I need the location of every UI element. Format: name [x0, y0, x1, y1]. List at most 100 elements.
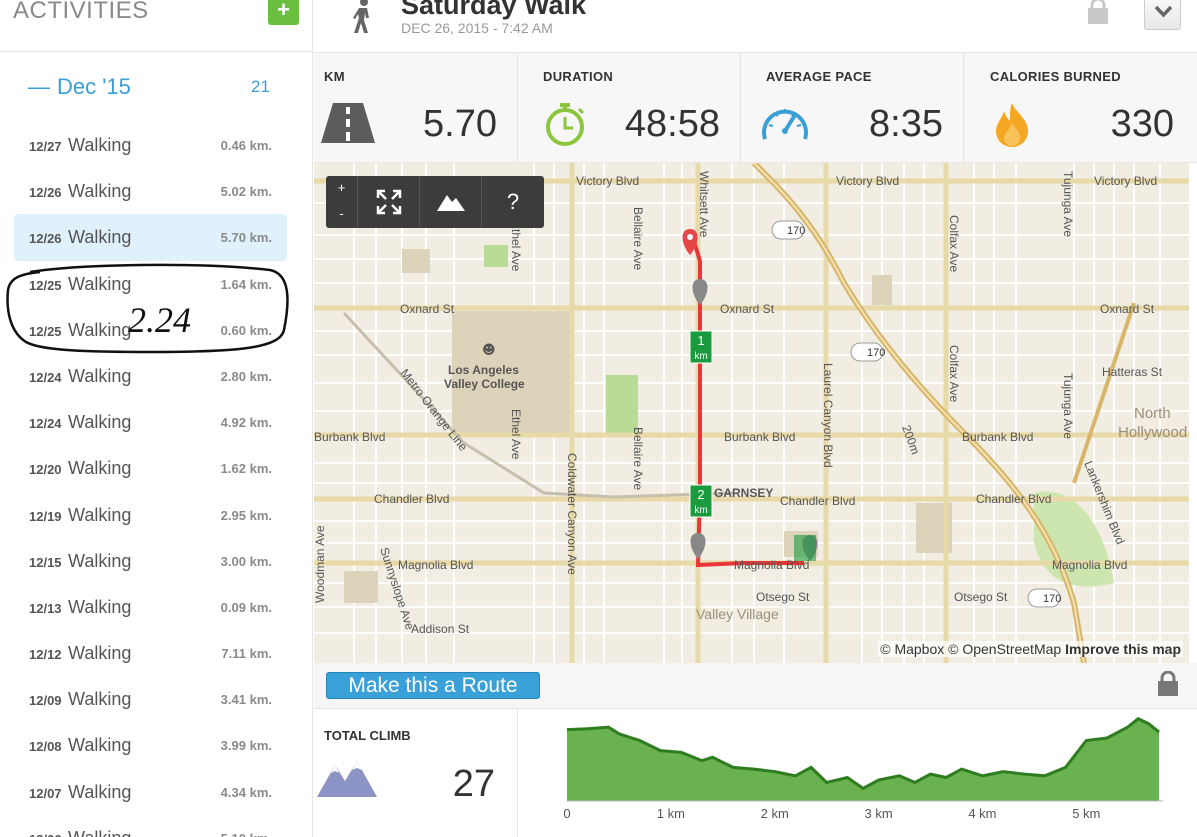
activity-distance: 0.46 km.	[220, 138, 272, 153]
map-label: Colfax Ave	[947, 215, 961, 272]
activity-distance: 0.60 km.	[220, 322, 272, 338]
activity-list-item[interactable]: 12/26 Walking 5.02 km.	[14, 168, 287, 214]
activity-date: DEC 26, 2015 - 7:42 AM	[401, 20, 553, 36]
mountains-icon	[317, 761, 377, 797]
stat-duration: DURATION 48:58	[518, 53, 741, 163]
activity-list-item[interactable]: 12/25 Walking 0.60 km.	[14, 307, 287, 353]
activity-distance: 1.64 km.	[220, 276, 272, 292]
activity-type: Walking	[68, 365, 132, 386]
stat-value: 5.70	[423, 103, 497, 145]
improve-map-link[interactable]: Improve this map	[1065, 641, 1181, 657]
map-label: Chandler Blvd	[374, 492, 449, 506]
map-label: Coldwater Canyon Ave	[565, 453, 579, 575]
zoom-in-button[interactable]: +	[326, 176, 357, 202]
activity-list-item[interactable]: 12/07 Walking 4.34 km.	[14, 769, 287, 815]
map-label: Chandler Blvd	[780, 494, 855, 508]
map-label: Bellaire Ave	[631, 207, 645, 270]
activity-date: 12/09	[29, 693, 62, 709]
activity-date: 12/06	[29, 832, 62, 837]
activity-list-item[interactable]: 12/12 Walking 7.11 km.	[14, 630, 287, 676]
map-label: Woodman Ave	[314, 525, 327, 603]
terrain-button[interactable]	[420, 176, 482, 228]
activity-list-item[interactable]: 12/19 Walking 2.95 km.	[14, 492, 287, 538]
activity-list-item[interactable]: 12/25 Walking 1.64 km.	[14, 261, 287, 307]
stat-label: DURATION	[543, 69, 614, 84]
activity-type: Walking	[68, 227, 132, 248]
sidebar-title: ACTIVITIES	[13, 0, 149, 24]
map-label: Burbank Blvd	[724, 430, 795, 444]
collapse-icon[interactable]: —	[28, 74, 50, 100]
map-label: Victory Blvd	[1094, 174, 1157, 188]
x-tick-label: 0	[563, 806, 570, 821]
map-label: Bellaire Ave	[631, 427, 645, 490]
activity-distance: 2.80 km.	[220, 368, 272, 384]
activity-list-item[interactable]: 12/06 Walking 5.10 km.	[14, 815, 287, 837]
fullscreen-button[interactable]	[358, 176, 420, 228]
activity-list-item[interactable]: 12/20 Walking 1.62 km.	[14, 445, 287, 491]
elevation-chart[interactable]: 0 1 km 2 km 3 km 4 km 5 km	[519, 709, 1197, 837]
activity-list-item[interactable]: 12/24 Walking 2.80 km.	[14, 353, 287, 399]
activity-distance: 3.99 km.	[220, 738, 272, 754]
map-label: Oxnard St	[400, 302, 455, 316]
x-tick-label: 1 km	[657, 806, 685, 821]
lock-icon[interactable]	[1157, 671, 1179, 697]
activity-list: 12/27 Walking 0.46 km. 12/26 Walking 5.02 km.…	[0, 122, 313, 837]
x-tick-label: 5 km	[1072, 806, 1100, 821]
map-label: GARNSEY	[714, 486, 773, 500]
activity-date: 12/24	[29, 416, 62, 432]
activity-type: Walking	[68, 181, 132, 202]
x-tick-label: 2 km	[761, 806, 789, 821]
map-label: Tujunga Ave	[1061, 373, 1075, 439]
activity-date: 12/07	[29, 785, 62, 801]
month-group-header[interactable]: — Dec '15 21	[0, 70, 313, 106]
walking-person-icon	[353, 0, 369, 33]
mountain-icon	[436, 195, 465, 211]
map-label: km	[694, 351, 707, 362]
activity-list-item[interactable]: 12/13 Walking 0.09 km.	[14, 584, 287, 630]
activity-header: Saturday Walk DEC 26, 2015 - 7:42 AM	[314, 0, 1197, 53]
activity-list-item[interactable]: 12/15 Walking 3.00 km.	[14, 538, 287, 584]
activity-list-item[interactable]: 12/08 Walking 3.99 km.	[14, 722, 287, 768]
zoom-out-button[interactable]: -	[326, 202, 357, 228]
help-button[interactable]: ?	[482, 176, 544, 228]
activity-list-item[interactable]: 12/24 Walking 4.92 km.	[14, 399, 287, 445]
options-dropdown-button[interactable]	[1144, 0, 1181, 30]
map-label: Ethel Ave	[509, 409, 523, 460]
activity-list-item[interactable]: 12/27 Walking 0.46 km.	[14, 122, 287, 168]
activity-date: 12/27	[29, 139, 62, 154]
month-count: 21	[251, 77, 270, 96]
stopwatch-icon	[546, 103, 585, 146]
map-label: 170	[787, 225, 805, 237]
map-label: Oxnard St	[1100, 302, 1155, 316]
flame-icon	[996, 103, 1028, 147]
route-map[interactable]: ☻ Victory Blvd Victory Blvd Victory Blvd Ox…	[314, 163, 1189, 663]
map-label: Burbank Blvd	[962, 430, 1033, 444]
activity-type: Walking	[68, 135, 132, 155]
activity-date: 12/19	[29, 508, 62, 524]
map-label: Otsego St	[756, 590, 810, 604]
stat-distance: KM 5.70	[314, 53, 518, 163]
stat-value: 330	[1110, 103, 1174, 145]
map-canvas[interactable]: ☻ Victory Blvd Victory Blvd Victory Blvd Ox…	[314, 163, 1189, 663]
map-label: Laurel Canyon Blvd	[821, 363, 835, 468]
sidebar-header: ACTIVITIES +	[0, 0, 313, 52]
activity-date: 12/25	[29, 323, 62, 339]
map-label: Ethel Ave	[509, 221, 523, 272]
map-attribution: © Mapbox © OpenStreetMap Improve this ma…	[878, 641, 1183, 657]
activities-sidebar: ACTIVITIES + — Dec '15 21 12/27 Walking 0.…	[0, 0, 313, 837]
attribution-text[interactable]: © Mapbox © OpenStreetMap	[880, 641, 1061, 657]
add-activity-button[interactable]: +	[268, 0, 299, 25]
stats-bar: KM 5.70 DURATION 48:58 AVERAGE PACE 8:35…	[314, 53, 1197, 163]
activity-list-item[interactable]: 12/26 Walking 5.70 km.	[14, 214, 287, 261]
activity-type: Walking	[68, 273, 132, 294]
map-label: Whitsett Ave	[697, 171, 711, 238]
make-route-button[interactable]: Make this a Route	[326, 672, 540, 699]
elevation-profile[interactable]: 0 1 km 2 km 3 km 4 km 5 km	[519, 709, 1197, 837]
lock-icon[interactable]	[1086, 0, 1110, 24]
map-label: Chandler Blvd	[976, 492, 1051, 506]
activity-list-item[interactable]: 12/09 Walking 3.41 km.	[14, 676, 287, 722]
map-label: Tujunga Ave	[1061, 171, 1075, 237]
map-label: 1	[697, 333, 704, 348]
activity-distance: 7.11 km.	[221, 646, 272, 662]
activity-type: Walking	[68, 596, 132, 617]
